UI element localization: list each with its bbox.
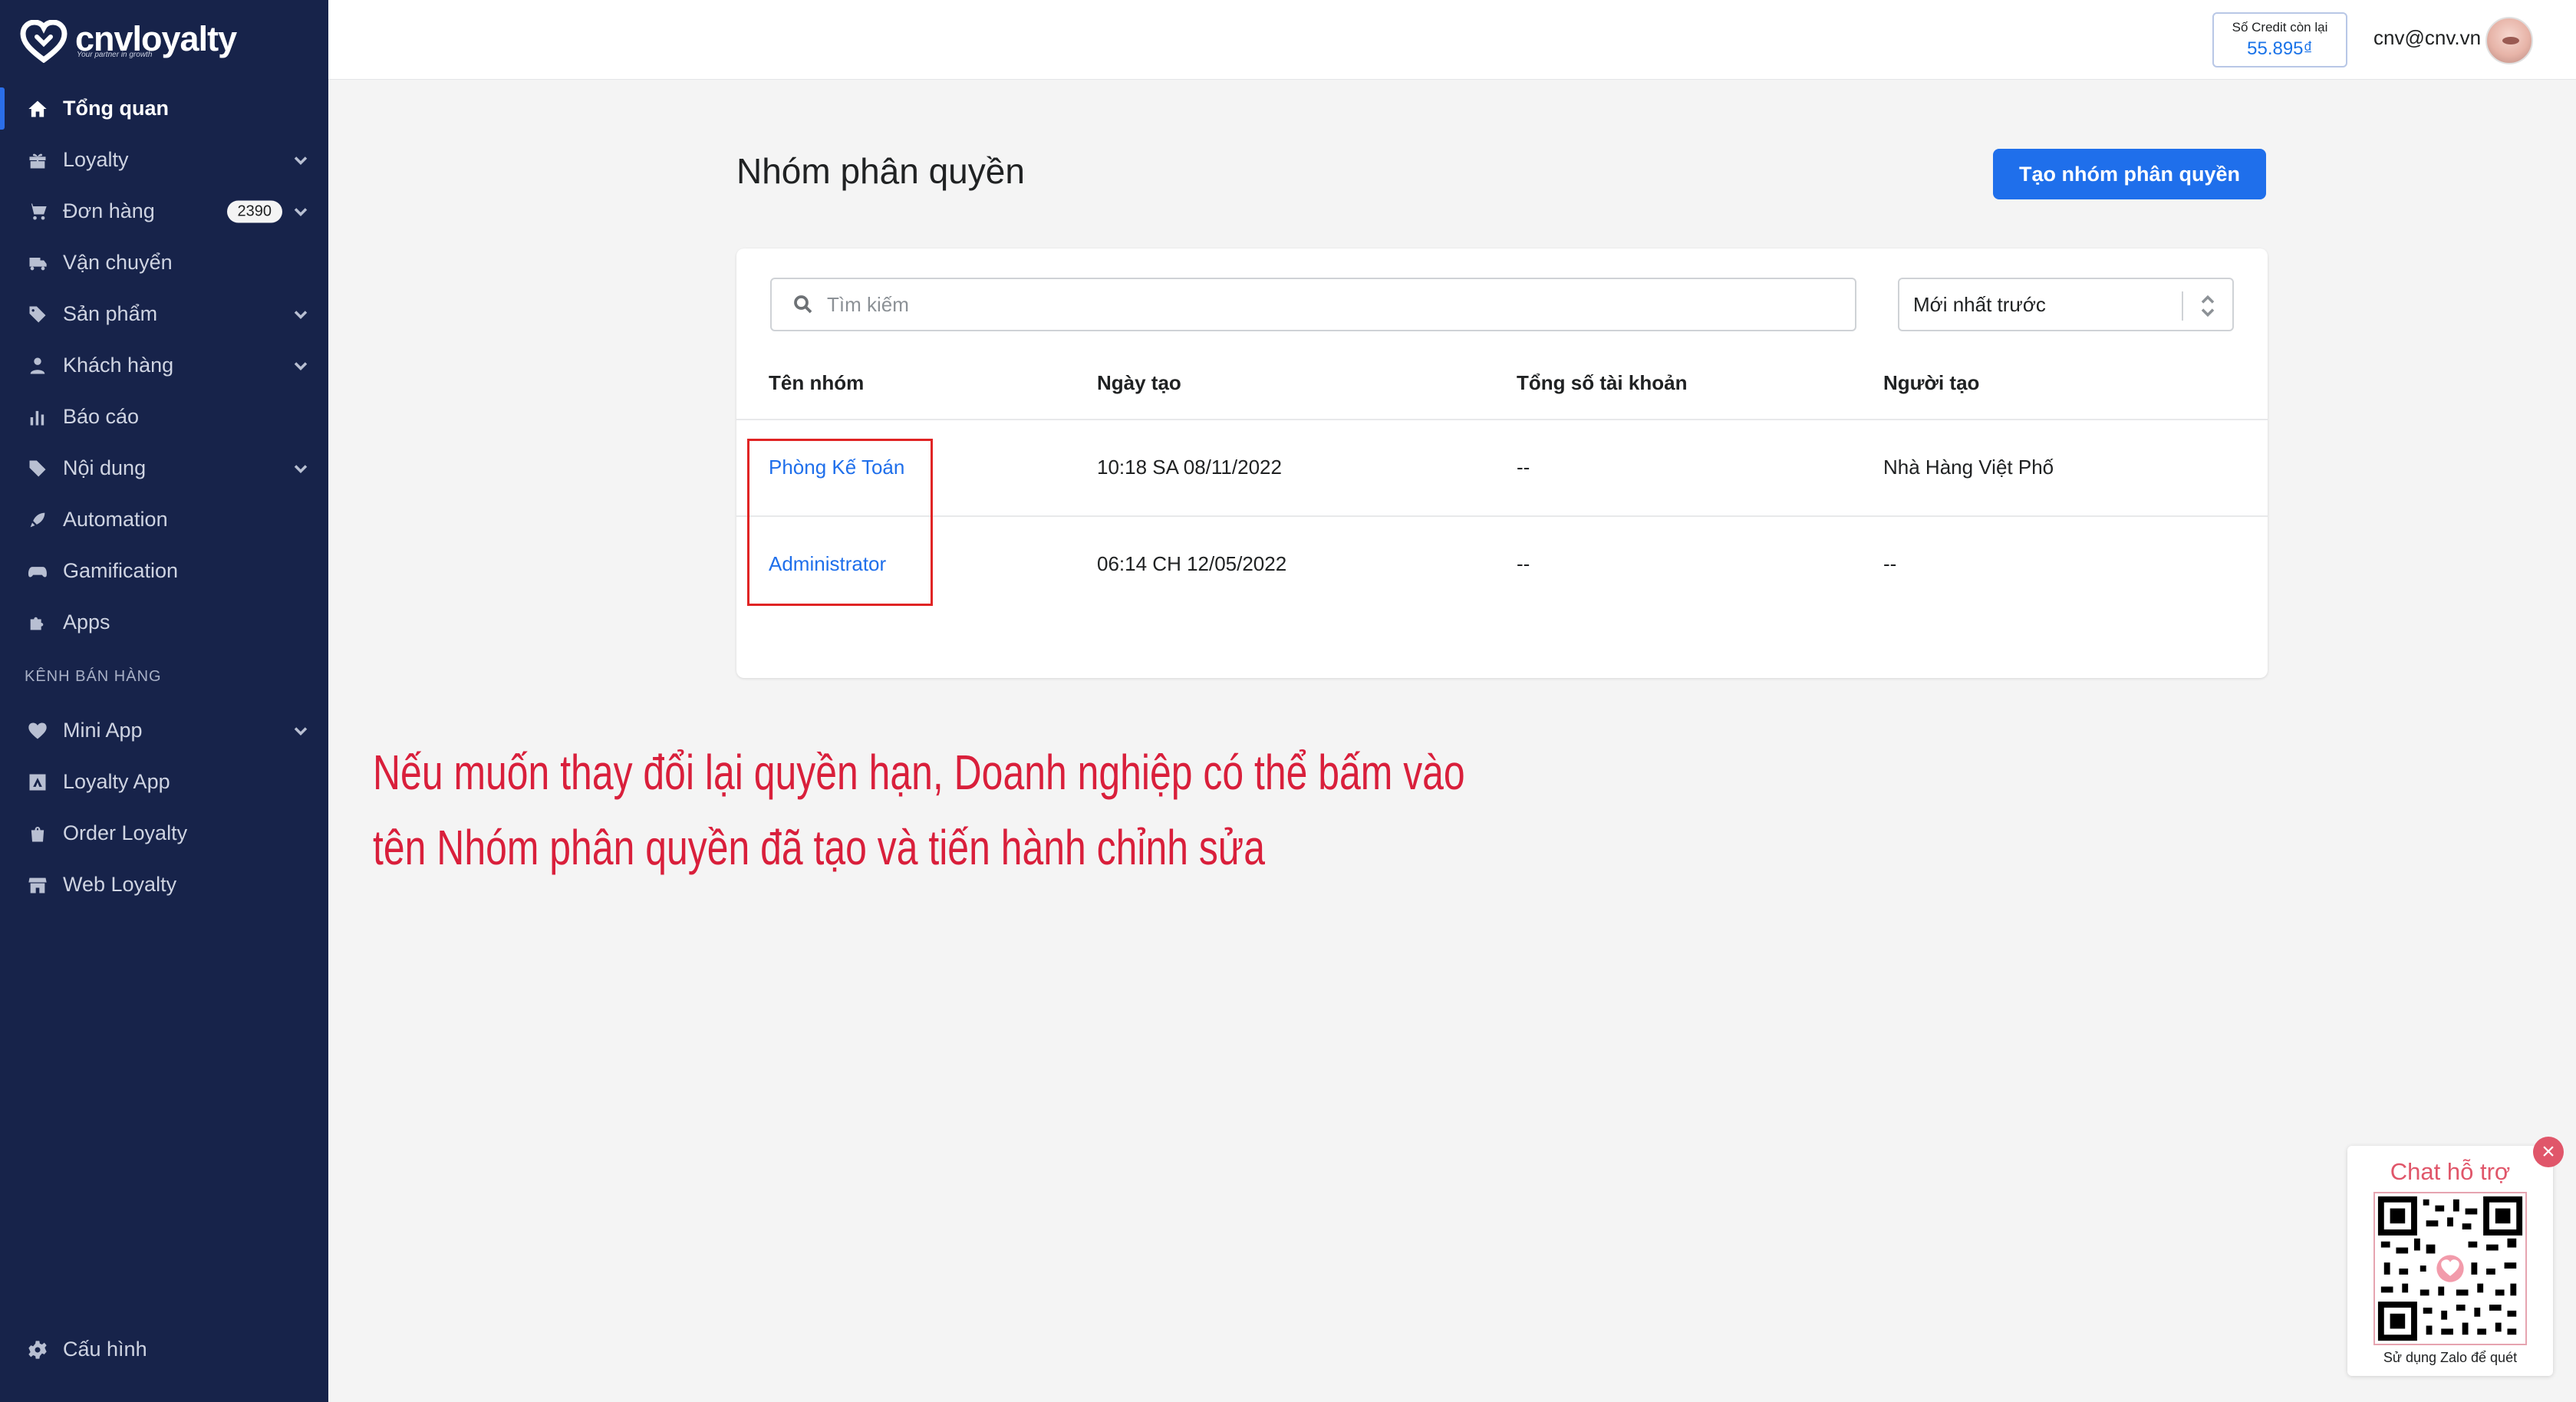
table-cell-created: 06:14 CH 12/05/2022 bbox=[1097, 552, 1287, 575]
sidebar-item-apps[interactable]: Apps bbox=[0, 597, 328, 648]
search-input[interactable] bbox=[827, 292, 1824, 317]
brand-logo[interactable]: cnvloyalty Your partner in growth bbox=[20, 18, 237, 64]
table-cell-creator: -- bbox=[1883, 552, 1897, 575]
sidebar-item-don-hang[interactable]: Đơn hàng 2390 bbox=[0, 186, 328, 237]
puzzle-icon bbox=[26, 611, 49, 634]
sort-select-value: Mới nhất trước bbox=[1913, 292, 2046, 316]
heart-icon bbox=[26, 719, 49, 742]
sidebar-item-automation[interactable]: Automation bbox=[0, 494, 328, 545]
chevron-down-icon bbox=[290, 201, 311, 222]
chevron-down-icon bbox=[290, 150, 311, 171]
annotation-highlight-box bbox=[747, 439, 933, 606]
credit-value: 55.895₫ bbox=[2247, 38, 2313, 59]
sidebar-item-label: Loyalty bbox=[63, 148, 129, 171]
person-icon bbox=[26, 354, 49, 377]
sidebar-item-label: Order Loyalty bbox=[63, 821, 188, 844]
table-cell-accounts: -- bbox=[1517, 456, 1530, 479]
table-cell-accounts: -- bbox=[1517, 552, 1530, 575]
table-cell-created: 10:18 SA 08/11/2022 bbox=[1097, 456, 1282, 479]
sidebar-item-label: Apps bbox=[63, 610, 110, 634]
sidebar-item-san-pham[interactable]: Sản phẩm bbox=[0, 288, 328, 340]
chevron-down-icon bbox=[290, 458, 311, 479]
sidebar-item-label: Tổng quan bbox=[63, 97, 169, 120]
sidebar-item-label: Loyalty App bbox=[63, 770, 170, 793]
column-header-creator: Người tạo bbox=[1883, 371, 1980, 394]
credit-label: Số Credit còn lại bbox=[2232, 20, 2328, 35]
sidebar-settings: Cấu hình bbox=[0, 1324, 328, 1375]
store-icon bbox=[26, 874, 49, 897]
annotation-text: Nếu muốn thay đổi lại quyền hạn, Doanh n… bbox=[373, 735, 1629, 885]
sidebar-item-loyalty-app[interactable]: Loyalty App bbox=[0, 756, 328, 808]
bar-chart-icon bbox=[26, 406, 49, 429]
sidebar-item-van-chuyen[interactable]: Vận chuyển bbox=[0, 237, 328, 288]
close-icon[interactable]: × bbox=[2533, 1137, 2564, 1167]
sort-divider bbox=[2182, 291, 2183, 321]
home-icon bbox=[26, 97, 49, 120]
sidebar: cnvloyalty Your partner in growth Tổng q… bbox=[0, 0, 328, 1402]
sidebar-item-label: Báo cáo bbox=[63, 405, 140, 428]
chat-support-title: Chat hỗ trợ bbox=[2390, 1158, 2511, 1185]
chevron-down-icon bbox=[290, 355, 311, 377]
cart-icon bbox=[26, 200, 49, 223]
chevron-down-icon bbox=[290, 720, 311, 742]
sales-channel-section-label: KÊNH BÁN HÀNG bbox=[25, 667, 162, 685]
create-permission-group-button[interactable]: Tạo nhóm phân quyền bbox=[1993, 149, 2266, 199]
table-cell-creator: Nhà Hàng Việt Phố bbox=[1883, 456, 2054, 479]
sidebar-item-label: Web Loyalty bbox=[63, 873, 177, 896]
bag-icon bbox=[26, 822, 49, 845]
sidebar-item-loyalty[interactable]: Loyalty bbox=[0, 134, 328, 186]
annotation-line-2: tên Nhóm phân quyền đã tạo và tiến hành … bbox=[373, 820, 1265, 875]
sidebar-nav: Tổng quan Loyalty Đơn hàng 2390 Vận chuy… bbox=[0, 83, 328, 910]
user-email[interactable]: cnv@cnv.vn bbox=[2373, 26, 2481, 50]
gear-icon bbox=[26, 1338, 49, 1361]
sidebar-item-bao-cao[interactable]: Báo cáo bbox=[0, 391, 328, 443]
truck-icon bbox=[26, 252, 49, 275]
content-tag-icon bbox=[26, 457, 49, 480]
search-icon bbox=[792, 293, 815, 316]
column-header-created: Ngày tạo bbox=[1097, 371, 1181, 394]
column-header-name: Tên nhóm bbox=[769, 371, 865, 394]
sidebar-item-label: Automation bbox=[63, 508, 168, 531]
annotation-line-1: Nếu muốn thay đổi lại quyền hạn, Doanh n… bbox=[373, 745, 1465, 800]
sidebar-item-order-loyalty[interactable]: Order Loyalty bbox=[0, 808, 328, 859]
sidebar-item-cau-hinh[interactable]: Cấu hình bbox=[0, 1324, 328, 1375]
sidebar-item-web-loyalty[interactable]: Web Loyalty bbox=[0, 859, 328, 910]
credit-balance[interactable]: Số Credit còn lại 55.895₫ bbox=[2212, 12, 2347, 67]
sidebar-item-label: Gamification bbox=[63, 559, 179, 582]
sidebar-item-mini-app[interactable]: Mini App bbox=[0, 705, 328, 756]
sort-arrows-icon bbox=[2197, 293, 2219, 319]
chat-support-widget[interactable]: Chat hỗ trợ Sử dụng Zalo để quét bbox=[2347, 1146, 2553, 1376]
gamepad-icon bbox=[26, 560, 49, 583]
sidebar-item-tong-quan[interactable]: Tổng quan bbox=[0, 83, 328, 134]
sidebar-item-label: Mini App bbox=[63, 719, 143, 742]
permission-groups-card: Mới nhất trước Tên nhóm Ngày tạo Tổng số… bbox=[736, 248, 2268, 678]
column-header-accounts: Tổng số tài khoản bbox=[1517, 371, 1688, 394]
sidebar-item-gamification[interactable]: Gamification bbox=[0, 545, 328, 597]
chat-support-footer: Sử dụng Zalo để quét bbox=[2383, 1350, 2518, 1365]
sidebar-item-label: Vận chuyển bbox=[63, 251, 173, 274]
chevron-down-icon bbox=[290, 304, 311, 325]
order-count-badge: 2390 bbox=[226, 200, 282, 222]
sidebar-item-label: Khách hàng bbox=[63, 354, 174, 377]
heart-logo-icon bbox=[20, 20, 68, 63]
sidebar-item-label: Cấu hình bbox=[63, 1338, 147, 1361]
sidebar-item-noi-dung[interactable]: Nội dung bbox=[0, 443, 328, 494]
sidebar-item-khach-hang[interactable]: Khách hàng bbox=[0, 340, 328, 391]
sidebar-item-label: Nội dung bbox=[63, 456, 147, 479]
brand-tagline: Your partner in growth bbox=[77, 51, 153, 59]
table-divider bbox=[736, 419, 2268, 420]
app-icon bbox=[26, 771, 49, 794]
page-title: Nhóm phân quyền bbox=[736, 151, 1025, 191]
avatar[interactable] bbox=[2485, 17, 2533, 64]
sort-select[interactable]: Mới nhất trước bbox=[1898, 278, 2234, 331]
search-box bbox=[770, 278, 1856, 331]
qr-code-icon bbox=[2373, 1192, 2527, 1345]
sidebar-item-label: Đơn hàng bbox=[63, 199, 155, 222]
tag-icon bbox=[26, 303, 49, 326]
sidebar-item-label: Sản phẩm bbox=[63, 302, 158, 325]
gift-icon bbox=[26, 149, 49, 172]
rocket-icon bbox=[26, 508, 49, 532]
table-divider bbox=[736, 515, 2268, 517]
